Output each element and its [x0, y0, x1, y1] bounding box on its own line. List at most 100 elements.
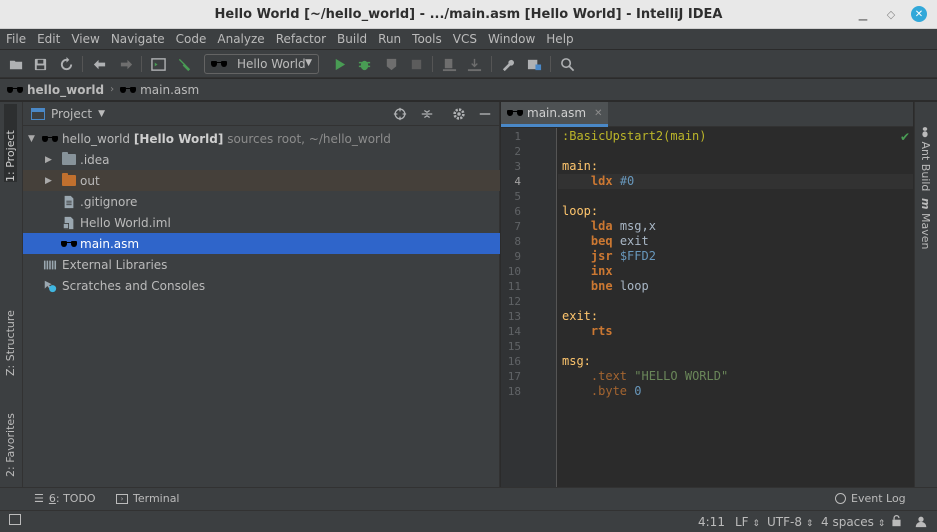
run-icon[interactable]	[330, 55, 348, 73]
tree-item-external-libraries[interactable]: External Libraries	[23, 254, 500, 275]
tab-ant-build[interactable]: Ant Build	[919, 126, 932, 191]
menu-window[interactable]: Window	[488, 32, 535, 46]
code-opcode: jsr	[590, 249, 613, 263]
tab-favorites-label: 2: Favorites	[4, 413, 17, 477]
line-number: 5	[514, 190, 521, 203]
project-structure-icon[interactable]	[525, 55, 543, 73]
project-panel-title[interactable]: Project	[51, 107, 92, 121]
tree-item-label: .gitignore	[80, 194, 138, 209]
debug-icon[interactable]	[355, 55, 373, 73]
tool-todo-label: : TODO	[55, 492, 96, 505]
tree-item-gitignore[interactable]: .gitignore	[23, 191, 500, 212]
chevron-down-icon[interactable]: ▼	[98, 109, 105, 119]
menu-run[interactable]: Run	[378, 32, 401, 46]
line-number: 12	[507, 295, 521, 308]
minimize-button[interactable]: ▁	[855, 6, 871, 22]
search-icon[interactable]	[558, 55, 576, 73]
menu-file[interactable]: File	[6, 32, 26, 46]
tree-item-label: External Libraries	[62, 257, 168, 272]
tab-structure-label: Z: Structure	[4, 310, 17, 376]
tree-item-scratches[interactable]: Scratches and Consoles	[23, 275, 500, 296]
code-opcode: ldx	[590, 174, 613, 188]
status-line-separator[interactable]: LF ⇕	[735, 515, 760, 529]
hide-panel-icon[interactable]	[477, 106, 493, 122]
code-opcode: inx	[590, 264, 613, 278]
code-operand: msg,x	[619, 219, 656, 233]
line-number: 14	[507, 325, 521, 338]
attach-icon[interactable]	[440, 55, 458, 73]
glasses-icon	[507, 109, 523, 117]
collapsed-arrow-icon[interactable]: ▶	[45, 155, 52, 165]
breadcrumb: hello_world › main.asm	[0, 79, 937, 101]
menu-bar: File Edit View Navigate Code Analyze Ref…	[0, 29, 937, 49]
tab-structure[interactable]: Z: Structure	[4, 296, 17, 376]
close-button[interactable]: ✕	[911, 6, 927, 22]
tab-maven-label: Maven	[919, 212, 932, 250]
code-opcode: bne	[590, 279, 613, 293]
status-indent[interactable]: 4 spaces ⇕	[821, 515, 885, 529]
glasses-icon	[61, 240, 77, 248]
status-caret-position[interactable]: 4:11	[698, 515, 725, 529]
forward-icon[interactable]	[117, 55, 135, 73]
restore-button[interactable]: ◇	[883, 6, 899, 22]
inspection-ok-icon[interactable]: ✔	[900, 130, 910, 144]
inspector-icon[interactable]	[914, 514, 928, 531]
maven-icon: m	[919, 198, 932, 210]
tree-item-iml[interactable]: Hello World.iml	[23, 212, 500, 233]
menu-refactor[interactable]: Refactor	[276, 32, 326, 46]
tree-item-root[interactable]: ▼ hello_world [Hello World] sources root…	[23, 128, 500, 149]
terminal-window-icon[interactable]	[149, 55, 167, 73]
menu-view[interactable]: View	[71, 32, 99, 46]
code-line-4: ldx #0	[562, 174, 634, 188]
breadcrumb-file[interactable]: main.asm	[120, 83, 199, 97]
collapse-all-icon[interactable]	[419, 106, 435, 122]
tree-item-main-asm[interactable]: main.asm	[23, 233, 500, 254]
back-icon[interactable]	[90, 55, 108, 73]
tab-ant-build-label: Ant Build	[919, 141, 932, 192]
menu-tools[interactable]: Tools	[412, 32, 442, 46]
stop-icon[interactable]	[407, 55, 425, 73]
close-tab-icon[interactable]: ✕	[594, 108, 602, 119]
tab-project[interactable]: 1: Project	[4, 104, 17, 182]
menu-help[interactable]: Help	[546, 32, 573, 46]
tool-terminal[interactable]: › Terminal	[116, 492, 180, 505]
project-panel-icon	[31, 107, 45, 120]
menu-build[interactable]: Build	[337, 32, 367, 46]
code-string: "HELLO WORLD"	[634, 369, 729, 383]
menu-vcs[interactable]: VCS	[453, 32, 477, 46]
status-encoding[interactable]: UTF-8 ⇕	[767, 515, 813, 529]
breadcrumb-file-label: main.asm	[140, 82, 200, 97]
open-folder-icon[interactable]	[7, 55, 25, 73]
sync-icon[interactable]	[57, 55, 75, 73]
wrench-icon[interactable]	[499, 55, 517, 73]
tree-item-idea[interactable]: ▶ .idea	[23, 149, 500, 170]
toggle-tool-windows-icon[interactable]	[9, 514, 21, 528]
line-number: 10	[507, 265, 521, 278]
tool-event-log[interactable]: Event Log	[835, 492, 906, 505]
code-line-11: bne loop	[562, 279, 649, 293]
tab-main-asm[interactable]: main.asm ✕	[501, 102, 608, 127]
menu-analyze[interactable]: Analyze	[217, 32, 264, 46]
coverage-icon[interactable]	[382, 55, 400, 73]
build-hammer-icon[interactable]	[175, 55, 193, 73]
code-line-18: .byte 0	[562, 384, 642, 398]
code-area[interactable]: :BasicUpstart2(main) main: ldx #0 loop: …	[558, 128, 913, 487]
breadcrumb-project[interactable]: hello_world	[7, 83, 104, 97]
menu-code[interactable]: Code	[176, 32, 207, 46]
save-icon[interactable]	[31, 55, 49, 73]
profile-icon[interactable]	[465, 55, 483, 73]
lock-icon[interactable]	[890, 514, 903, 530]
tool-todo[interactable]: ☰ 6: TODO	[34, 492, 96, 505]
menu-navigate[interactable]: Navigate	[111, 32, 165, 46]
ant-icon	[920, 126, 932, 138]
tab-maven[interactable]: m Maven	[919, 198, 932, 249]
gear-icon[interactable]	[451, 106, 467, 122]
line-number: 17	[507, 370, 521, 383]
tab-favorites[interactable]: 2: Favorites	[4, 397, 17, 477]
collapsed-arrow-icon[interactable]: ▶	[45, 176, 52, 186]
expanded-arrow-icon[interactable]: ▼	[28, 134, 35, 144]
locate-icon[interactable]	[392, 106, 408, 122]
tree-item-out[interactable]: ▶ out	[23, 170, 500, 191]
menu-edit[interactable]: Edit	[37, 32, 60, 46]
run-configuration-select[interactable]: Hello World ▼	[204, 54, 319, 74]
